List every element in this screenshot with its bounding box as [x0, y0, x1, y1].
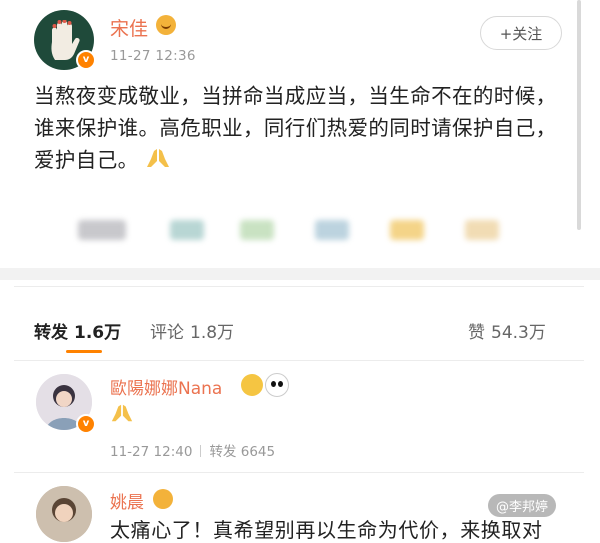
blurred-share-icon[interactable]	[170, 220, 204, 240]
comment-repost-label[interactable]: 转发	[209, 444, 236, 460]
scrollbar[interactable]	[577, 0, 581, 230]
tab-comment[interactable]: 评论 1.8万	[150, 318, 234, 343]
member-icon	[153, 489, 173, 509]
commenter-avatar[interactable]	[36, 486, 92, 542]
tab-like-label: 赞	[468, 323, 485, 343]
verified-badge-icon: v	[76, 414, 96, 434]
blurred-share-icon[interactable]	[315, 220, 349, 240]
post-text: 当熬夜变成敬业，当拼命当成应当，当生命不在的时候，谁来保护谁。高危职业，同行们热…	[34, 80, 564, 176]
commenter-name[interactable]: 姚晨	[110, 488, 144, 513]
commenter-name[interactable]: 歐陽娜娜Nana	[110, 374, 222, 399]
tab-like[interactable]: 赞 54.3万	[468, 318, 546, 343]
post-time: 11-27 12:36	[110, 48, 196, 64]
blurred-share-icon[interactable]	[390, 220, 424, 240]
follow-button[interactable]: +关注	[480, 16, 562, 50]
share-row	[60, 210, 540, 250]
pray-hands-icon	[146, 149, 169, 167]
tab-comment-label: 评论	[150, 323, 184, 343]
member-icon	[241, 374, 263, 396]
post-body: 当熬夜变成敬业，当拼命当成应当，当生命不在的时候，谁来保护谁。高危职业，同行们热…	[34, 84, 557, 172]
tab-like-count: 54.3万	[491, 323, 546, 343]
verified-badge-icon: v	[76, 50, 96, 70]
tab-repost-count: 1.6万	[74, 323, 122, 343]
blurred-share-icon[interactable]	[240, 220, 274, 240]
watermark: @李邦婷	[488, 494, 557, 517]
tab-repost[interactable]: 转发 1.6万	[34, 318, 121, 343]
active-tab-indicator	[66, 350, 102, 353]
section-divider	[0, 268, 600, 280]
author-name[interactable]: 宋佳	[110, 14, 148, 41]
blurred-share-icon[interactable]	[465, 220, 499, 240]
divider	[14, 472, 584, 473]
divider	[14, 286, 584, 287]
panda-icon	[265, 373, 289, 397]
tab-comment-count: 1.8万	[190, 323, 235, 343]
pray-hands-icon	[111, 404, 133, 422]
comment-repost-count: 6645	[240, 444, 276, 460]
member-icon	[156, 15, 176, 35]
comment-body	[110, 402, 134, 428]
divider	[14, 360, 584, 361]
comment-text: 太痛心了！真希望别再以生命为代价，来换取对	[110, 518, 543, 542]
avatar-photo-icon	[36, 486, 92, 542]
separator	[200, 445, 202, 457]
tab-repost-label: 转发	[34, 323, 68, 343]
blurred-share-icon[interactable]	[78, 220, 126, 240]
comment-time: 11-27 12:40	[110, 444, 193, 460]
comment-meta: 11-27 12:40 转发 6645	[110, 440, 275, 460]
